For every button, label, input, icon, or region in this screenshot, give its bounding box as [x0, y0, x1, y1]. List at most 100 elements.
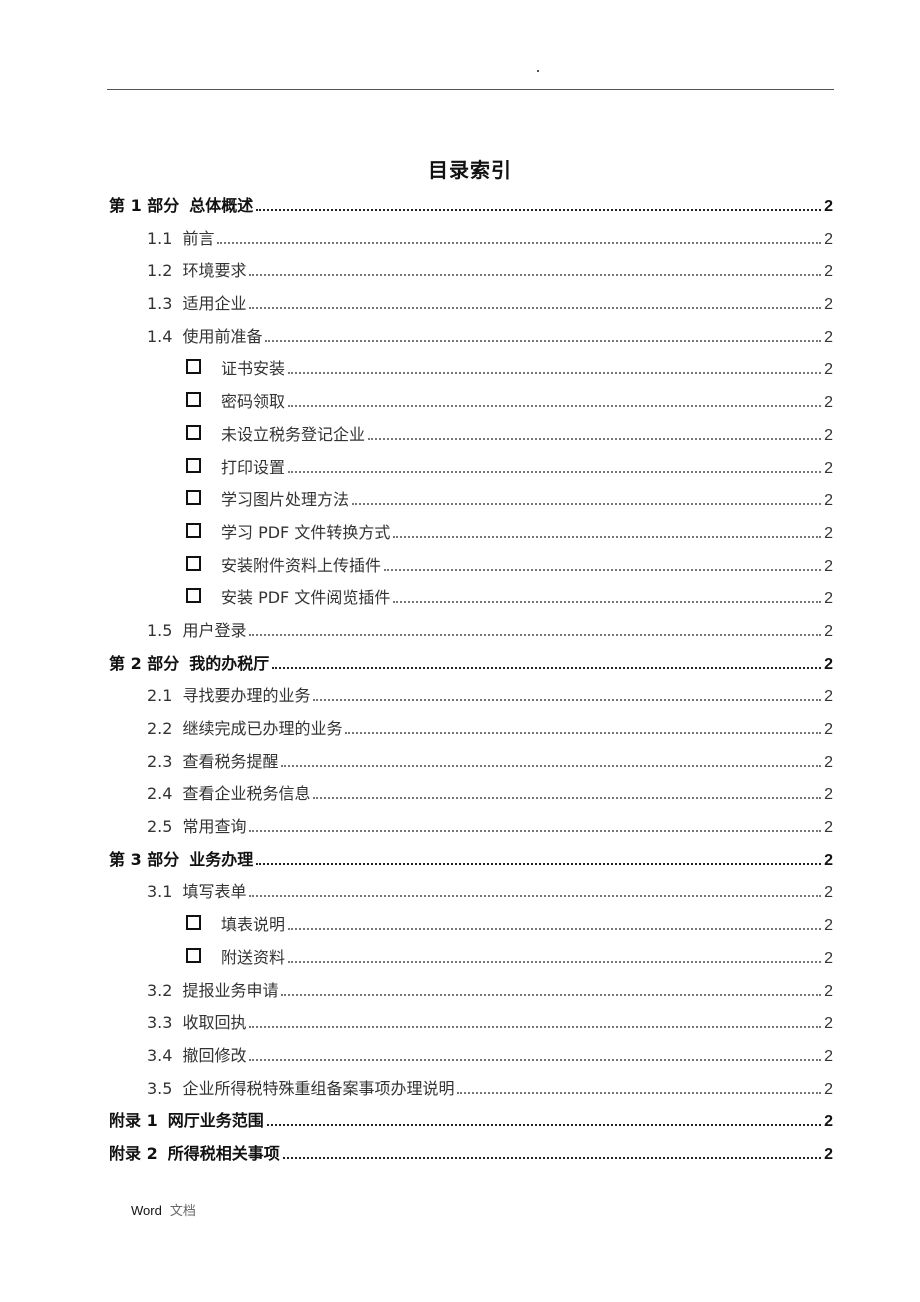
toc-entry[interactable]: 第 2 部分 我的办税厅 2	[109, 650, 833, 683]
toc-entry[interactable]: 1.5 用户登录 2	[109, 617, 833, 650]
page-title: 目录索引	[428, 158, 512, 182]
toc-entry[interactable]: 3.4 撤回修改 2	[109, 1042, 833, 1075]
toc-entry-page: 2	[824, 884, 833, 902]
square-bullet-icon	[186, 424, 201, 440]
toc-entry-title: 学习图片处理方法	[221, 490, 350, 510]
square-bullet-icon	[186, 490, 201, 506]
square-bullet-icon	[186, 522, 201, 538]
toc-entry-number: 3.2	[147, 980, 173, 1000]
dot-leader	[384, 568, 821, 571]
toc-entry-title: 我的办税厅	[189, 653, 270, 673]
dot-leader	[249, 273, 821, 277]
toc-entry-page: 2	[824, 622, 833, 640]
toc-entry[interactable]: 打印设置 2	[109, 454, 833, 487]
toc-entry-page: 2	[824, 590, 833, 608]
toc-entry-page: 2	[824, 655, 833, 673]
dot-leader	[265, 339, 821, 342]
toc-entry[interactable]: 附录 2 所得税相关事项 2	[109, 1140, 833, 1173]
toc-entry[interactable]: 3.1 填写表单 2	[109, 878, 833, 911]
toc-entry[interactable]: 1.1 前言 2	[109, 225, 833, 258]
toc-entry[interactable]: 2.2 继续完成已办理的业务 2	[109, 715, 833, 748]
toc-entry-page: 2	[824, 328, 833, 346]
toc-entry[interactable]: 1.3 适用企业 2	[109, 290, 833, 323]
toc-entry-page: 2	[824, 230, 833, 248]
square-bullet-icon	[186, 947, 201, 963]
toc-entry-number: 附录 2	[109, 1143, 158, 1163]
toc-entry-page: 2	[824, 949, 833, 967]
toc-entry[interactable]: 2.3 查看税务提醒 2	[109, 748, 833, 781]
toc-entry[interactable]: 3.5 企业所得税特殊重组备案事项办理说明 2	[109, 1075, 833, 1108]
toc-entry-page: 2	[824, 557, 833, 575]
dot-leader	[249, 894, 821, 898]
toc-entry-title: 查看企业税务信息	[182, 784, 311, 804]
toc-entry-number: 附录 1	[109, 1111, 158, 1131]
toc-entry-title: 安装附件资料上传插件	[221, 555, 382, 575]
toc-entry-number: 3.5	[147, 1078, 173, 1098]
toc-entry[interactable]: 2.4 查看企业税务信息 2	[109, 780, 833, 813]
toc-entry-number: 2.5	[147, 817, 173, 837]
dot-leader	[457, 1091, 821, 1094]
toc-entry[interactable]: 填表说明 2	[109, 911, 833, 944]
toc-entry-number: 2.2	[147, 719, 173, 738]
dot-leader	[288, 404, 821, 408]
toc-entry[interactable]: 3.3 收取回执 2	[109, 1009, 833, 1042]
toc-entry-title: 安装 PDF 文件阅览插件	[221, 588, 391, 608]
toc-entry-page: 2	[824, 917, 833, 935]
toc-entry-number: 第 2 部分	[109, 653, 180, 673]
toc-entry-title: 附送资料	[221, 947, 286, 967]
toc-entry[interactable]: 证书安装 2	[109, 355, 833, 388]
toc-entry-page: 2	[824, 786, 833, 804]
dot-leader	[288, 960, 821, 963]
toc-entry[interactable]: 1.2 环境要求 2	[109, 257, 833, 290]
toc-entry[interactable]: 第 1 部分 总体概述 2	[109, 192, 833, 225]
toc-entry[interactable]: 附送资料 2	[109, 944, 833, 977]
toc-entry-title: 适用企业	[182, 294, 247, 314]
toc-entry-title: 学习 PDF 文件转换方式	[221, 522, 391, 542]
dot-leader	[281, 993, 821, 996]
toc-entry-page: 2	[824, 1113, 833, 1131]
toc-entry-title: 总体概述	[189, 196, 254, 215]
toc-entry-title: 前言	[182, 228, 215, 248]
toc-entry-title: 填写表单	[182, 882, 247, 902]
toc-entry[interactable]: 2.5 常用查询 2	[109, 813, 833, 846]
square-bullet-icon	[186, 359, 201, 375]
toc-entry-page: 2	[824, 198, 833, 215]
toc-entry-title: 环境要求	[182, 261, 247, 281]
dot-leader	[368, 437, 821, 440]
toc-entry-page: 2	[824, 1047, 833, 1065]
dot-leader	[393, 535, 821, 538]
toc-entry[interactable]: 2.1 寻找要办理的业务 2	[109, 682, 833, 715]
toc-entry-title: 密码领取	[221, 392, 286, 412]
toc-entry-title: 填表说明	[221, 915, 286, 935]
toc-entry-page: 2	[824, 982, 833, 1000]
dot-leader	[288, 470, 821, 473]
toc-entry[interactable]: 1.4 使用前准备 2	[109, 323, 833, 356]
toc-entry-page: 2	[824, 688, 833, 706]
toc-entry-title: 撤回修改	[182, 1045, 247, 1065]
dot-leader	[288, 927, 821, 931]
toc-entry-title: 业务办理	[189, 849, 254, 869]
toc-entry-page: 2	[824, 721, 833, 738]
toc-entry[interactable]: 学习图片处理方法 2	[109, 486, 833, 519]
toc-entry-page: 2	[824, 296, 833, 314]
dot-leader	[249, 829, 821, 833]
toc-entry[interactable]: 附录 1 网厅业务范围 2	[109, 1107, 833, 1140]
toc-entry[interactable]: 安装附件资料上传插件 2	[109, 552, 833, 585]
toc-entry-number: 3.4	[147, 1045, 173, 1065]
toc-entry[interactable]: 未设立税务登记企业 2	[109, 421, 833, 454]
toc-entry[interactable]: 安装 PDF 文件阅览插件 2	[109, 584, 833, 617]
toc-entry-page: 2	[824, 851, 833, 869]
toc-entry-title: 收取回执	[182, 1013, 247, 1033]
toc-entry-page: 2	[824, 394, 833, 412]
toc-entry-number: 1.1	[147, 228, 173, 248]
toc-entry-page: 2	[824, 1080, 833, 1098]
toc-entry[interactable]: 3.2 提报业务申请 2	[109, 977, 833, 1010]
dot-leader	[352, 502, 821, 506]
toc-entry[interactable]: 密码领取 2	[109, 388, 833, 421]
toc-entry[interactable]: 第 3 部分 业务办理 2	[109, 846, 833, 879]
footer-label: 文档	[169, 1203, 196, 1218]
toc-entry-title: 常用查询	[182, 817, 247, 837]
toc-entry[interactable]: 学习 PDF 文件转换方式 2	[109, 519, 833, 552]
toc-entry-title: 证书安装	[221, 359, 286, 379]
toc-entry-page: 2	[824, 1145, 833, 1163]
